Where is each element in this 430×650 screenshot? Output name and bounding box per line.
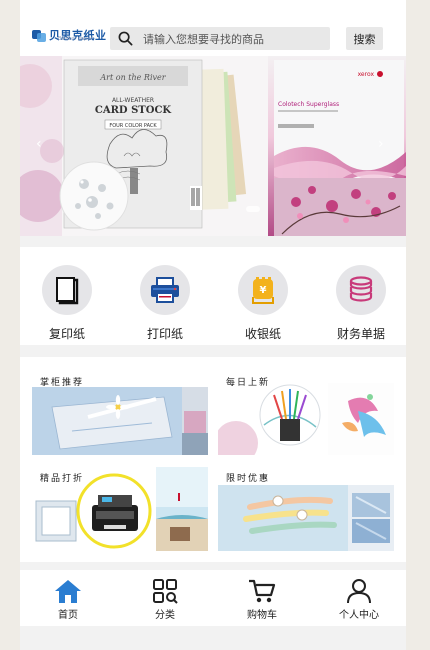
logo[interactable]: 贝思克纸业 (32, 24, 107, 46)
search-input[interactable]: 请输入您想要寻找的商品 (110, 27, 330, 50)
category-financial-documents[interactable]: 财务单据 (326, 265, 396, 342)
search-icon (118, 31, 133, 46)
user-icon (347, 579, 371, 604)
promo-label: 精品打折 (40, 474, 85, 484)
tab-profile[interactable]: 个人中心 (329, 578, 389, 621)
category-cash-register-paper[interactable]: ¥ 收银纸 (228, 265, 298, 342)
category-label: 收银纸 (244, 327, 281, 341)
promo-new-arrivals[interactable]: 每日上新 (218, 371, 394, 455)
tab-cart[interactable]: 购物车 (232, 578, 292, 621)
category-label: 财务单据 (336, 327, 385, 341)
search-button[interactable]: 搜索 (346, 27, 383, 50)
search-placeholder: 请输入您想要寻找的商品 (143, 32, 264, 46)
xerox-product: Colotech Superglass (278, 101, 339, 108)
category-copy-paper[interactable]: 复印纸 (32, 265, 102, 342)
card-stock-title: CARD STOCK (95, 105, 172, 116)
category-grid-icon (153, 579, 178, 604)
home-icon (55, 580, 81, 603)
coin-stack-icon (336, 265, 386, 315)
tab-label: 个人中心 (339, 610, 379, 621)
tab-label: 购物车 (247, 610, 277, 621)
promo-banner[interactable]: Art on the River ALL-WEATHER CARD STOCK … (20, 56, 406, 236)
bottom-tab-bar: 首页 分类 购物车 个人中心 (20, 570, 406, 626)
banner-prev-arrow[interactable]: ‹ (36, 136, 42, 152)
promo-label: 限时优惠 (226, 474, 271, 484)
category-label: 打印纸 (146, 327, 183, 341)
category-row: 复印纸 打印纸 ¥ 收银纸 财务单据 (20, 247, 406, 345)
xerox-brand: xerox (358, 71, 375, 78)
svg-text:¥: ¥ (260, 285, 267, 296)
logo-mark-icon (32, 28, 46, 42)
cash-register-paper-icon: ¥ (238, 265, 288, 315)
card-stock-pack: FOUR COLOR PACK (109, 123, 157, 129)
tab-home[interactable]: 首页 (38, 578, 98, 621)
category-label: 复印纸 (48, 327, 85, 341)
promo-recommended[interactable]: 掌柜推荐 (32, 371, 208, 455)
promo-label: 掌柜推荐 (40, 378, 85, 388)
copy-paper-icon (42, 265, 92, 315)
banner-next-arrow[interactable]: › (378, 136, 384, 152)
logo-subtitle: Besiker paper (58, 36, 93, 42)
app-screen: 贝思克纸业 Besiker paper 请输入您想要寻找的商品 搜索 Art o… (20, 0, 406, 650)
shopping-cart-icon (249, 579, 276, 603)
promo-discount[interactable]: 精品打折 (32, 467, 208, 551)
banner-image: Art on the River ALL-WEATHER CARD STOCK … (20, 56, 406, 236)
category-printer-paper[interactable]: 打印纸 (130, 265, 200, 342)
card-stock-sub: ALL-WEATHER (112, 97, 154, 104)
tab-label: 首页 (58, 610, 78, 621)
promo-label: 每日上新 (226, 378, 271, 388)
header: 贝思克纸业 Besiker paper 请输入您想要寻找的商品 搜索 (20, 0, 406, 56)
promo-grid: 掌柜推荐 每日上新 精品打折 限时优惠 (20, 357, 406, 562)
printer-icon (140, 265, 190, 315)
tab-category[interactable]: 分类 (135, 578, 195, 621)
promo-limited-time[interactable]: 限时优惠 (218, 467, 394, 551)
tab-label: 分类 (155, 610, 175, 621)
svg-text:Art on the River: Art on the River (99, 73, 166, 82)
